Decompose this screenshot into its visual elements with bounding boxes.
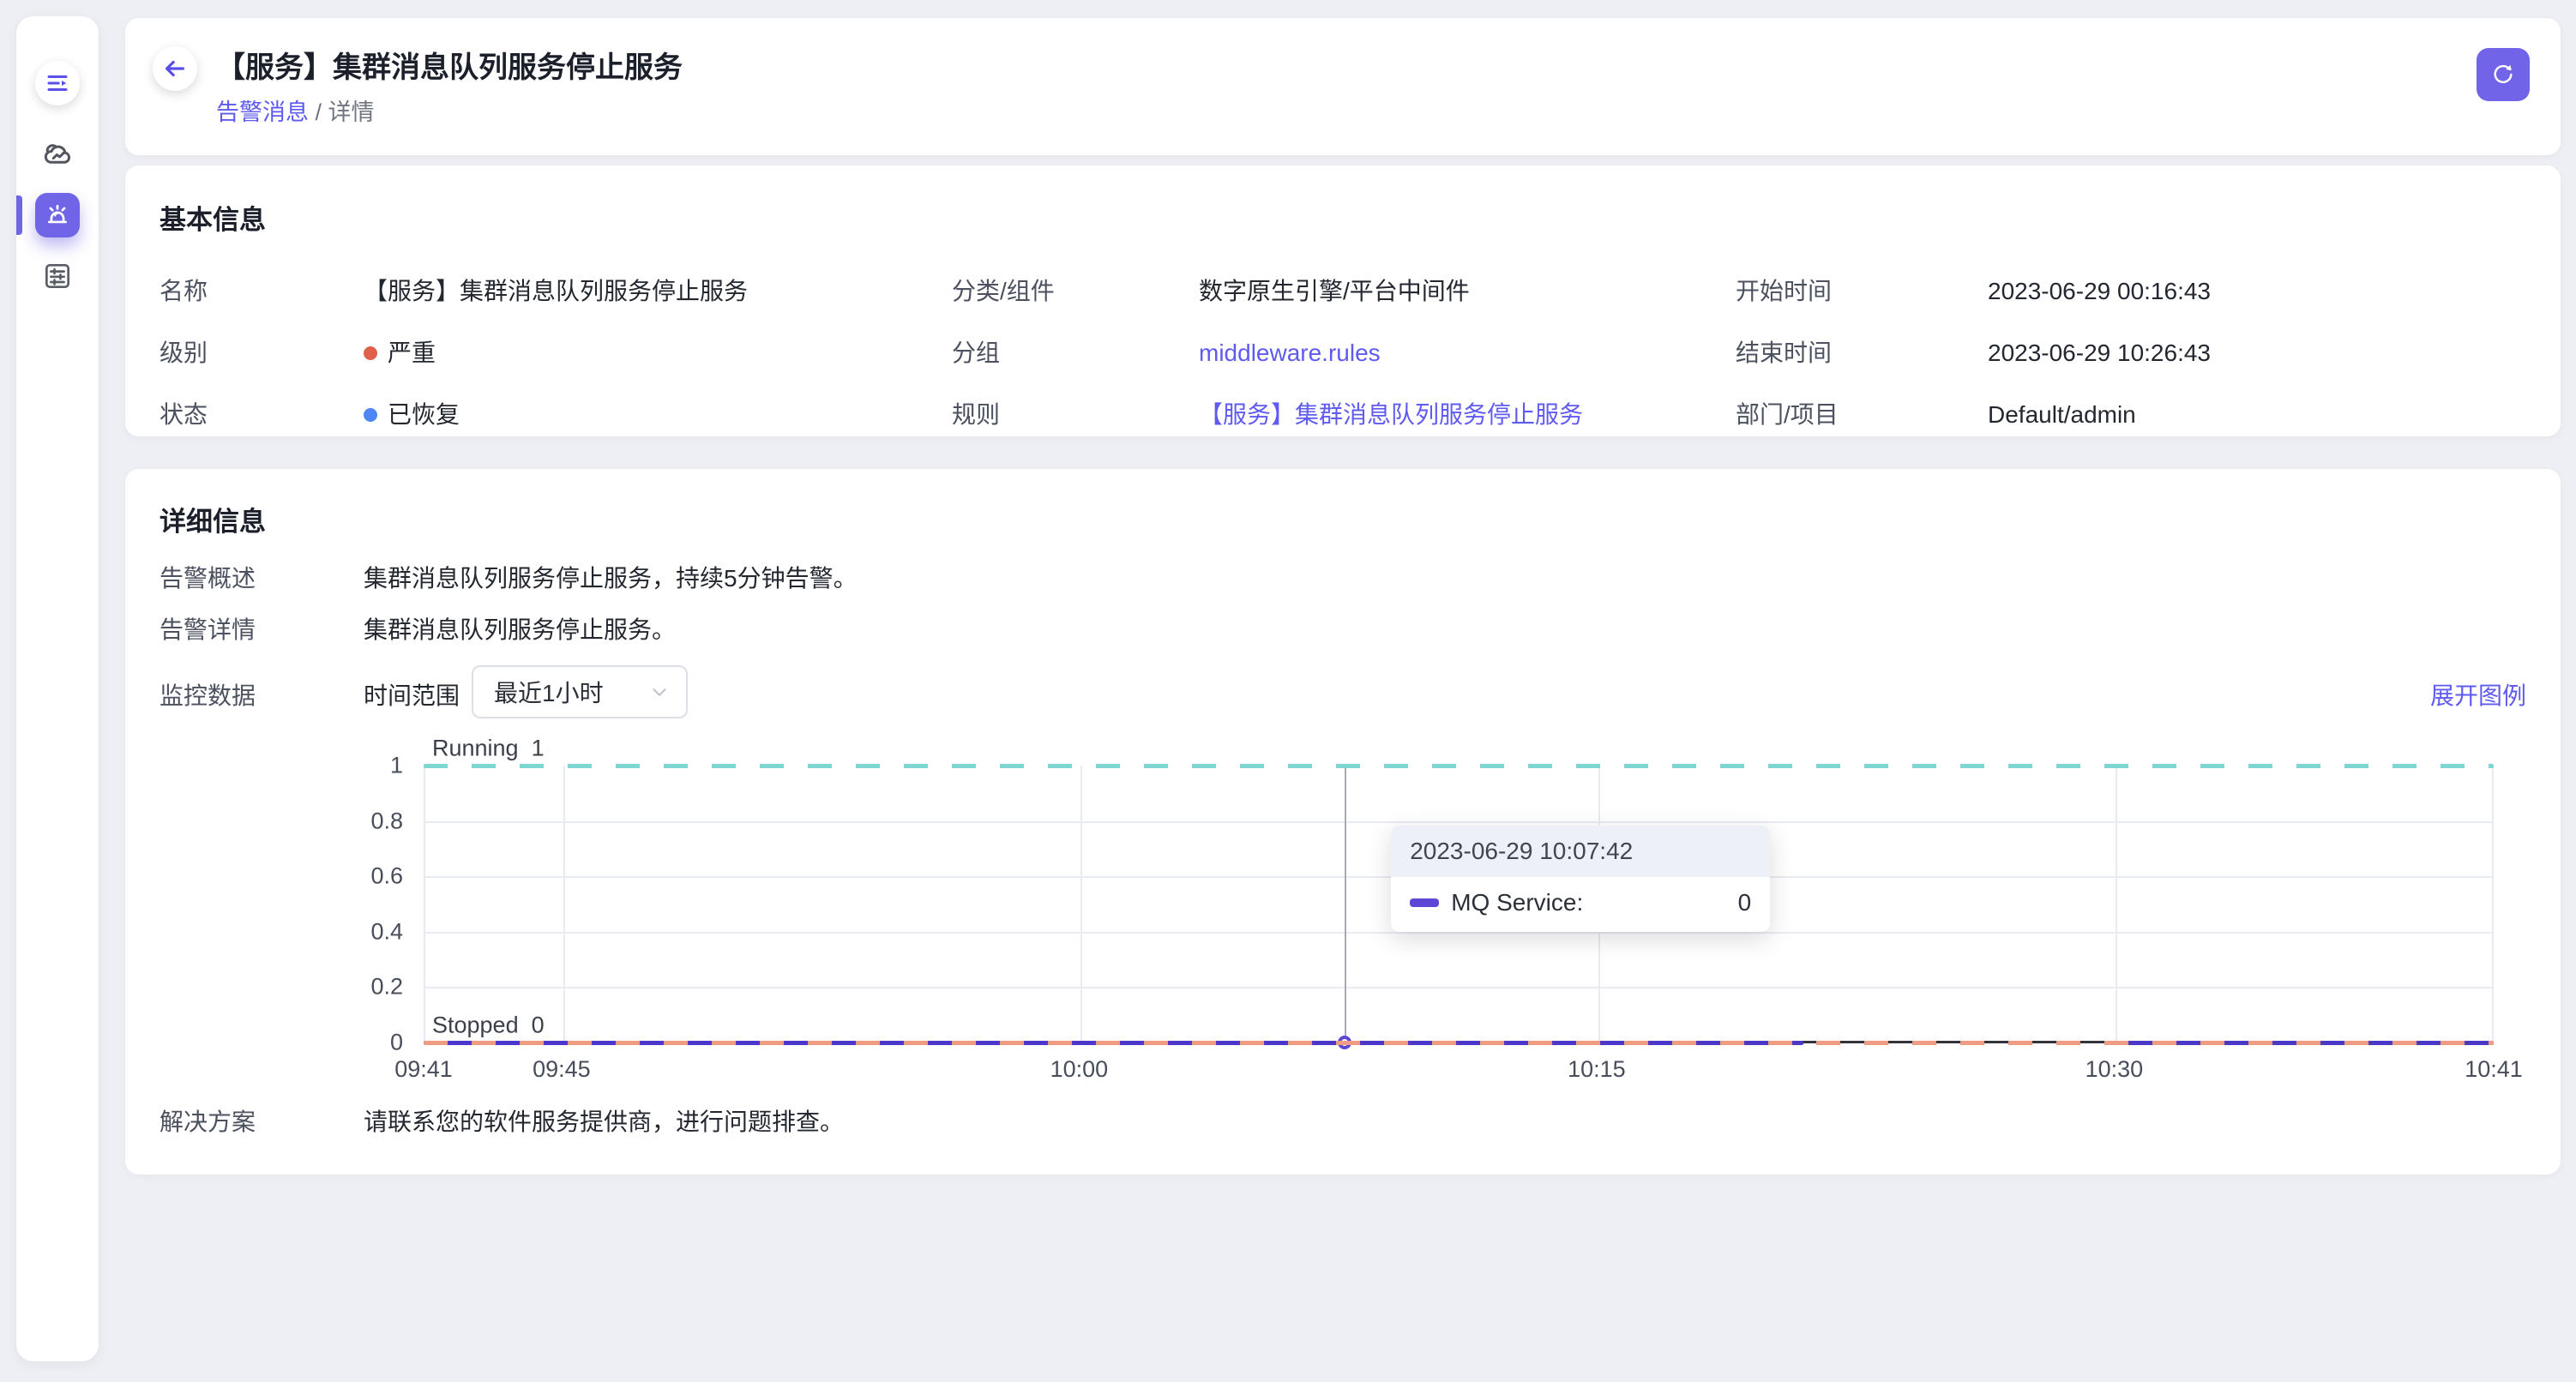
x-axis-tick-label: 10:41	[2465, 1056, 2523, 1083]
breadcrumb: 告警消息 / 详情	[216, 93, 375, 127]
field-label-category: 分类/组件	[952, 276, 1199, 307]
page-title: 【服务】集群消息队列服务停止服务	[216, 44, 683, 86]
field-label-start-time: 开始时间	[1736, 276, 1988, 307]
series-line-running-threshold	[424, 764, 2494, 768]
sidebar-toggle-button[interactable]	[35, 61, 80, 105]
field-value-group-link[interactable]: middleware.rules	[1199, 338, 1736, 369]
overview-value: 集群消息队列服务停止服务，持续5分钟告警。	[364, 560, 858, 594]
time-range-label: 时间范围	[364, 677, 460, 712]
solution-value: 请联系您的软件服务提供商，进行问题排查。	[364, 1103, 844, 1138]
field-value-level: 严重	[364, 338, 952, 369]
x-axis-tick-label: 09:45	[533, 1056, 591, 1083]
field-label-status: 状态	[159, 400, 364, 430]
h-gridline	[425, 987, 2492, 988]
tooltip-timestamp: 2023-06-29 10:07:42	[1391, 826, 1770, 877]
monitor-chart[interactable]: 2023-06-29 10:07:42 MQ Service: 0 0 0.2 0.…	[159, 726, 2526, 1103]
field-label-group: 分组	[952, 338, 1199, 369]
time-range-select[interactable]: 最近1小时	[472, 665, 688, 718]
h-gridline	[425, 932, 2492, 934]
field-value-category: 数字原生引擎/平台中间件	[1199, 276, 1736, 307]
severity-dot	[364, 346, 377, 360]
tooltip-series-name: MQ Service:	[1451, 889, 1737, 916]
expand-legend-link[interactable]: 展开图例	[2430, 677, 2526, 712]
chart-tooltip: 2023-06-29 10:07:42 MQ Service: 0	[1391, 826, 1770, 932]
x-axis-tick-label: 10:30	[2085, 1056, 2144, 1083]
y-axis-tick-label: 0.2	[159, 974, 403, 1000]
threshold-annotation: Running 1	[432, 736, 545, 762]
basic-info-card: 基本信息 名称 【服务】集群消息队列服务停止服务 分类/组件 数字原生引擎/平台…	[125, 165, 2561, 436]
page-header-card: 【服务】集群消息队列服务停止服务 告警消息 / 详情	[125, 18, 2561, 155]
field-value-name: 【服务】集群消息队列服务停止服务	[364, 276, 952, 307]
field-value-status: 已恢复	[364, 400, 952, 430]
monitor-data-label: 监控数据	[159, 677, 256, 712]
field-label-department: 部门/项目	[1736, 400, 1988, 430]
x-axis-tick-label: 09:41	[394, 1056, 453, 1083]
alert-detail-label: 告警详情	[159, 611, 256, 646]
status-dot	[364, 408, 377, 422]
refresh-icon	[2489, 60, 2518, 89]
active-item-indicator	[16, 195, 22, 235]
field-label-level: 级别	[159, 338, 364, 369]
v-gridline	[563, 766, 565, 1043]
v-gridline	[2116, 766, 2117, 1043]
breadcrumb-link-alerts[interactable]: 告警消息	[216, 99, 309, 125]
y-axis-tick-label: 0	[159, 1030, 403, 1056]
sidebar-item-monitoring[interactable]	[35, 132, 80, 177]
sidebar-item-alerts[interactable]	[35, 193, 80, 237]
h-gridline	[425, 821, 2492, 823]
x-axis-tick-label: 10:15	[1568, 1056, 1626, 1083]
v-gridline	[1080, 766, 1082, 1043]
chevron-down-icon	[648, 681, 671, 703]
tooltip-series-row: MQ Service: 0	[1391, 877, 1770, 932]
sidebar-item-settings[interactable]	[35, 254, 80, 298]
arrow-left-icon	[162, 56, 188, 81]
field-value-department: Default/admin	[1988, 400, 2526, 430]
details-title: 详细信息	[159, 500, 266, 538]
y-axis-tick-label: 0.4	[159, 918, 403, 945]
sidebar	[16, 16, 99, 1361]
series-line-stopped-threshold	[424, 1041, 2494, 1045]
threshold-annotation: Stopped 0	[432, 1012, 545, 1039]
overview-label: 告警概述	[159, 560, 256, 594]
hover-crosshair-line	[1345, 766, 1346, 1043]
breadcrumb-separator: /	[316, 99, 328, 125]
field-value-end-time: 2023-06-29 10:26:43	[1988, 338, 2526, 369]
y-axis-tick-label: 0.6	[159, 863, 403, 890]
y-axis-tick-label: 1	[159, 753, 403, 779]
field-label-name: 名称	[159, 276, 364, 307]
details-card: 详细信息 告警概述 集群消息队列服务停止服务，持续5分钟告警。 告警详情 集群消…	[125, 469, 2561, 1175]
collapse-menu-icon	[45, 70, 70, 96]
tooltip-series-value: 0	[1738, 889, 1752, 916]
breadcrumb-current: 详情	[328, 99, 375, 125]
field-value-start-time: 2023-06-29 00:16:43	[1988, 276, 2526, 307]
alert-detail-value: 集群消息队列服务停止服务。	[364, 611, 676, 646]
sliders-icon	[41, 260, 74, 292]
y-axis-tick-label: 0.8	[159, 808, 403, 834]
cloud-monitor-icon	[39, 136, 75, 172]
alarm-icon	[43, 201, 72, 230]
refresh-button[interactable]	[2477, 48, 2530, 101]
basic-info-title: 基本信息	[159, 198, 2526, 237]
basic-info-grid: 名称 【服务】集群消息队列服务停止服务 分类/组件 数字原生引擎/平台中间件 开…	[159, 276, 2526, 430]
field-label-rule: 规则	[952, 400, 1199, 430]
field-label-end-time: 结束时间	[1736, 338, 1988, 369]
x-axis-tick-label: 10:00	[1050, 1056, 1109, 1083]
time-range-value: 最近1小时	[494, 675, 648, 709]
field-value-rule-link[interactable]: 【服务】集群消息队列服务停止服务	[1199, 400, 1736, 430]
series-color-swatch	[1410, 898, 1439, 907]
solution-label: 解决方案	[159, 1103, 256, 1138]
back-button[interactable]	[153, 46, 197, 91]
